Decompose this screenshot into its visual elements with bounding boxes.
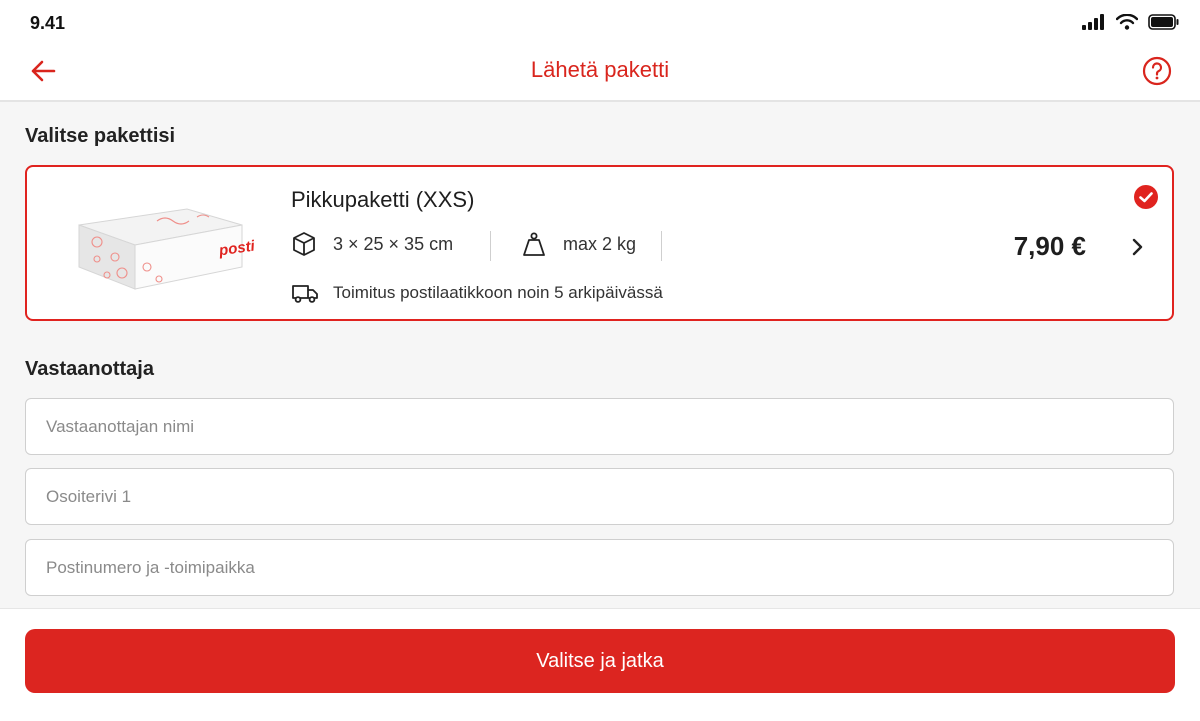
weight-spec: max 2 kg (521, 231, 636, 257)
package-card[interactable]: posti Pikkupaketti (XXS) 3 × 25 × 35 cm … (25, 165, 1174, 321)
weight-icon (523, 232, 545, 256)
dimensions-spec: 3 × 25 × 35 cm (291, 231, 453, 257)
check-circle-icon (1134, 185, 1158, 209)
continue-button-label: Valitse ja jatka (536, 649, 664, 672)
spec-divider (661, 231, 662, 261)
chevron-right-icon[interactable] (1128, 235, 1148, 259)
truck-icon (292, 285, 318, 303)
recipient-section-title: Vastaanottaja (25, 358, 154, 380)
package-dimensions: 3 × 25 × 35 cm (333, 233, 454, 254)
status-bar: 9.41 (0, 0, 1200, 44)
box-icon (293, 232, 315, 256)
postal-code-input[interactable] (25, 539, 1174, 596)
status-time: 9.41 (30, 13, 66, 33)
package-name: Pikkupaketti (XXS) (291, 187, 475, 212)
package-section-title: Valitse pakettisi (25, 125, 176, 147)
address-line-input[interactable] (25, 468, 1174, 525)
spec-divider (490, 231, 491, 261)
question-circle-icon[interactable] (1142, 56, 1172, 86)
cellular-signal-icon (1082, 14, 1104, 30)
page-title: Lähetä paketti (530, 57, 670, 82)
status-icons (1082, 14, 1180, 30)
nav-bar: Lähetä paketti (0, 44, 1200, 102)
delivery-text: Toimitus postilaatikkoon noin 5 arkipäiv… (333, 283, 663, 302)
package-price: 7,90 € (1013, 231, 1086, 261)
continue-button[interactable]: Valitse ja jatka (25, 629, 1175, 693)
wifi-icon (1116, 14, 1138, 30)
delivery-info: Toimitus postilaatikkoon noin 5 arkipäiv… (291, 282, 663, 304)
package-weight: max 2 kg (563, 233, 637, 254)
footer-bar: Valitse ja jatka (0, 608, 1200, 721)
battery-icon (1148, 14, 1179, 30)
recipient-name-input[interactable] (25, 398, 1174, 455)
